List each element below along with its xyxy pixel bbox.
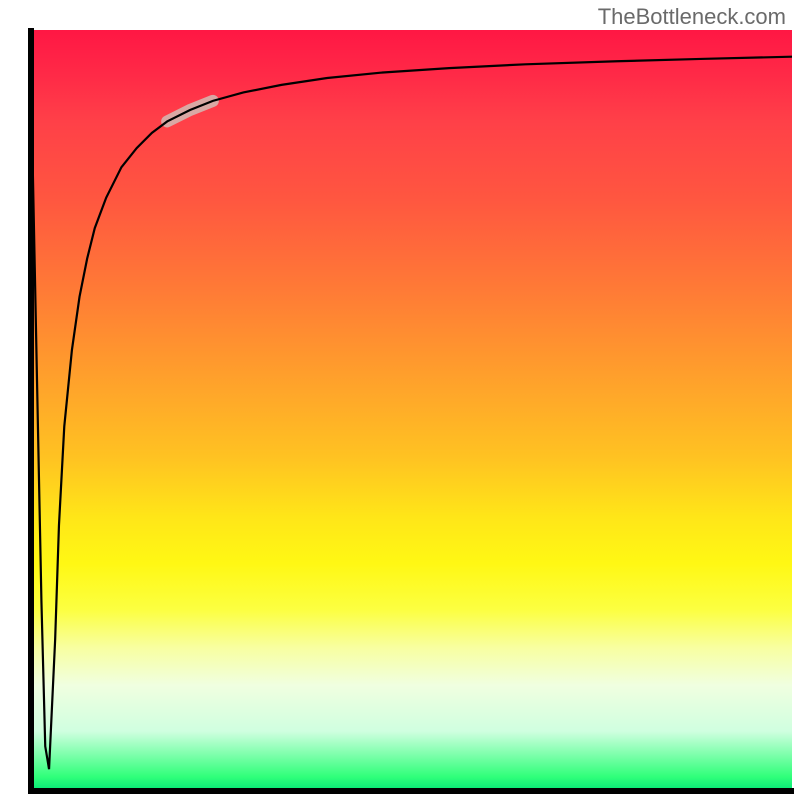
watermark-text: TheBottleneck.com [598, 4, 786, 30]
x-axis [28, 788, 794, 794]
curve-svg [30, 30, 792, 792]
bottleneck-curve-path [30, 30, 792, 769]
plot-area [30, 30, 792, 792]
chart-container: TheBottleneck.com [0, 0, 800, 800]
y-axis [28, 28, 34, 794]
